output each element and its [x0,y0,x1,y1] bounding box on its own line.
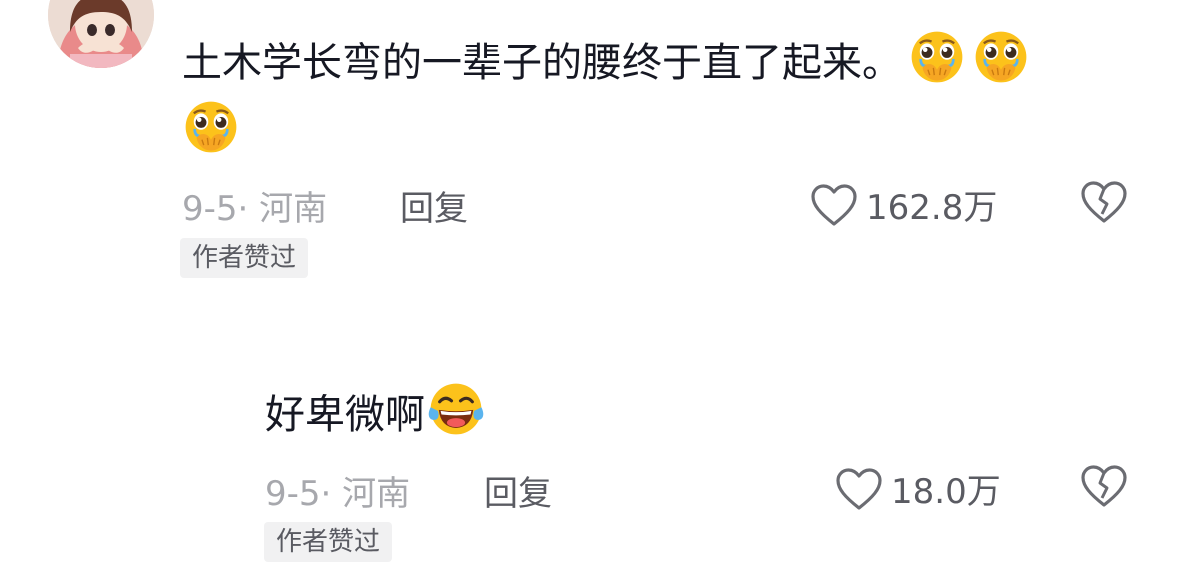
reply-button[interactable]: 回复 [484,466,552,515]
reply-button[interactable]: 回复 [400,181,468,230]
broken-heart-icon [1080,464,1128,508]
like-button[interactable]: 162.8万 [810,180,997,229]
comment-date-location: 9-5· 河南 [182,189,328,229]
tears-of-joy-emoji [427,380,485,438]
anime-avatar-image [48,0,154,68]
heart-icon [810,183,858,227]
reply-dislike-button[interactable] [1080,464,1128,508]
reply-date-location: 9-5· 河南 [265,474,411,514]
face-holding-back-tears-emoji [182,98,240,156]
comment-text: 土木学长弯的一辈子的腰终于直了起来。 [182,28,1030,96]
broken-heart-icon [1080,180,1128,224]
avatar[interactable] [48,0,154,68]
heart-icon [835,467,883,511]
reply-comment-body: 好卑微啊 [265,392,425,438]
comment-body: 土木学长弯的一辈子的腰终于直了起来。 [182,40,902,86]
like-count: 162.8万 [866,188,998,228]
dislike-button[interactable] [1080,180,1128,224]
face-holding-back-tears-emoji [908,28,966,86]
like-count: 18.0万 [891,472,1001,512]
face-holding-back-tears-emoji [972,28,1030,86]
author-liked-badge: 作者赞过 [264,522,393,562]
author-liked-badge: 作者赞过 [180,238,309,278]
username-partial[interactable] [182,0,191,15]
comment-text-line2 [182,98,240,166]
reply-comment-text: 好卑微啊 [265,380,485,448]
reply-like-button[interactable]: 18.0万 [835,464,1001,513]
